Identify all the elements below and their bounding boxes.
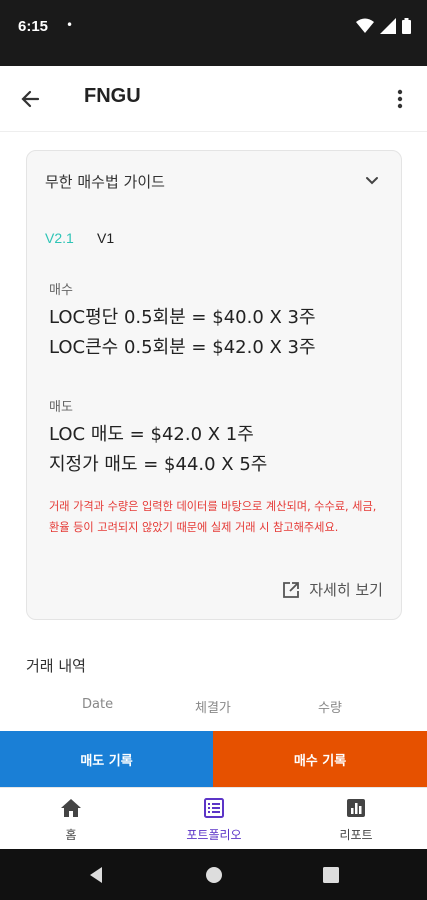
column-quantity: 수량 — [318, 701, 342, 716]
nav-home-label: 홈 — [65, 828, 77, 842]
column-date: Date — [82, 697, 114, 712]
nav-home[interactable]: 홈 — [21, 798, 121, 843]
chevron-down-icon — [366, 177, 378, 185]
system-nav-bar — [0, 849, 427, 900]
buy-line-1: LOC평단 0.5회분 = $40.0 X 3주 — [49, 307, 316, 328]
notification-dot: • — [66, 18, 74, 32]
buy-section-label: 매수 — [49, 283, 73, 298]
nav-report-label: 리포트 — [339, 828, 373, 842]
nav-recents-icon[interactable] — [322, 866, 340, 884]
status-time: 6:15 — [18, 18, 49, 35]
home-icon — [61, 799, 81, 817]
nav-portfolio[interactable]: 포트폴리오 — [164, 798, 264, 843]
history-title: 거래 내역 — [26, 657, 86, 675]
tab-v1[interactable]: V1 — [97, 230, 114, 246]
nav-report[interactable]: 리포트 — [306, 798, 406, 843]
nav-back-icon[interactable] — [86, 865, 106, 885]
status-icons — [356, 18, 411, 34]
collapse-toggle[interactable] — [363, 171, 381, 193]
column-price: 체결가 — [195, 701, 231, 716]
buy-record-button[interactable]: 매수 기록 — [213, 731, 427, 787]
buy-line-2: LOC큰수 0.5회분 = $42.0 X 3주 — [49, 337, 316, 358]
detail-link-label: 자세히 보기 — [309, 581, 383, 599]
detail-link[interactable]: 자세히 보기 — [281, 579, 383, 600]
page-title: FNGU — [84, 85, 141, 107]
arrow-left-icon — [21, 90, 40, 108]
sell-record-button[interactable]: 매도 기록 — [0, 731, 213, 787]
bottom-nav: 홈 포트폴리오 리포트 — [0, 787, 427, 849]
wifi-icon — [356, 18, 374, 33]
back-button[interactable] — [16, 84, 46, 114]
more-menu-button[interactable] — [385, 84, 415, 114]
more-vertical-icon — [397, 89, 403, 109]
tab-v2-1[interactable]: V2.1 — [45, 230, 74, 246]
app-bar: FNGU — [0, 66, 427, 132]
report-icon — [347, 799, 365, 817]
sell-line-2: 지정가 매도 = $44.0 X 5주 — [49, 454, 268, 475]
nav-portfolio-label: 포트폴리오 — [186, 828, 242, 842]
sell-line-1: LOC 매도 = $42.0 X 1주 — [49, 424, 254, 445]
nav-home-circle-icon[interactable] — [204, 865, 224, 885]
guide-title[interactable]: 무한 매수법 가이드 — [45, 171, 165, 192]
open-in-new-icon — [283, 581, 300, 598]
signal-icon — [380, 18, 396, 34]
guide-card: 무한 매수법 가이드 V2.1 V1 매수 LOC평단 0.5회분 = $40.… — [26, 150, 402, 620]
sell-section-label: 매도 — [49, 400, 73, 415]
calculation-notice: 거래 가격과 수량은 입력한 데이터를 바탕으로 계산되며, 수수료, 세금, … — [49, 500, 377, 534]
status-bar: 6:15 • — [0, 0, 427, 66]
portfolio-icon — [204, 798, 224, 818]
battery-icon — [402, 18, 411, 34]
